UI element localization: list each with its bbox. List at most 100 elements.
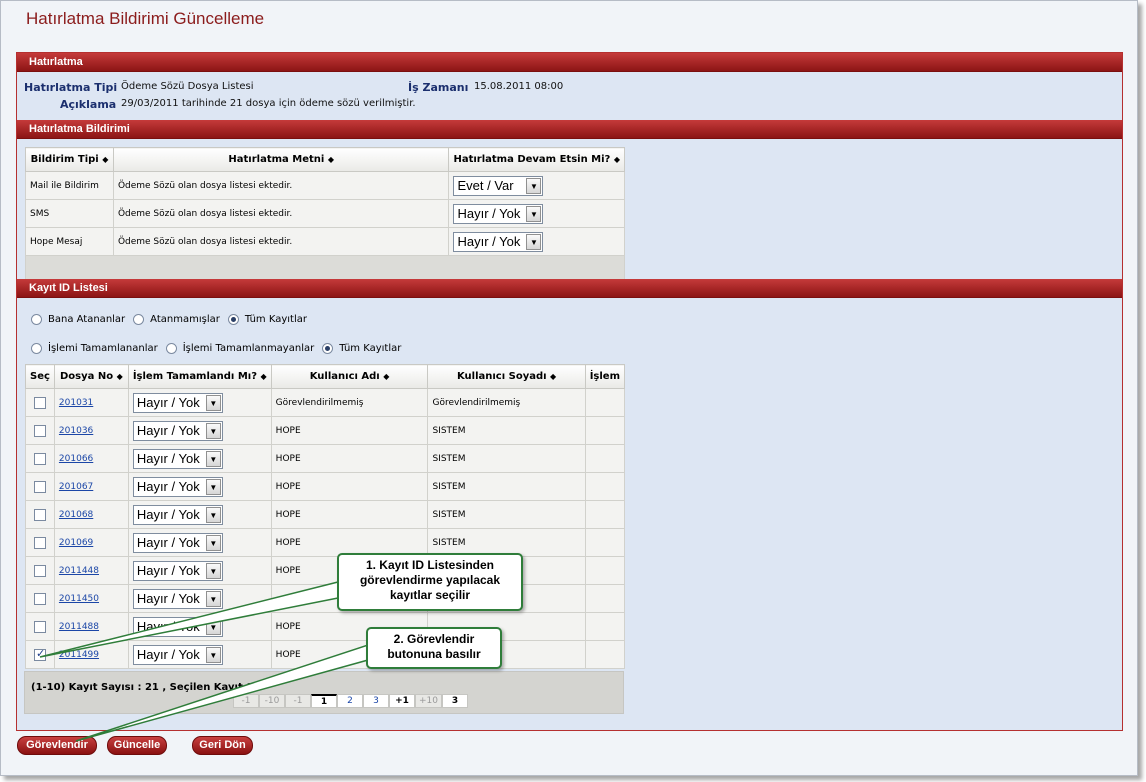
islem-tamam-select[interactable]: Hayır / Yok ▼ [132,392,223,413]
col-sec: Seç [25,364,55,389]
islem-cell [584,584,626,613]
dosya-no-link[interactable]: 2011488 [59,622,99,632]
pager-plus-1[interactable]: +1 [389,694,415,708]
kullanici-soyadi: SISTEM [427,500,586,529]
kullanici-adi: HOPE [270,444,429,473]
kullanici-soyadi: SISTEM [427,444,586,473]
kullanici-soyadi: Görevlendirilmemiş [427,388,586,417]
islem-tamam-select[interactable]: Hayır / Yok ▼ [132,588,223,609]
table-row: 201031 Hayır / Yok ▼ Görevlendirilmemiş Göre… [25,388,626,417]
guncelle-button[interactable]: Güncelle [107,736,167,755]
row-select-checkbox[interactable] [33,564,46,577]
dosya-no-link[interactable]: 2011448 [59,566,99,576]
col-islem-tamam[interactable]: İşlem Tamamlandı Mı? ◆ [127,364,272,389]
col-kullanici-soyadi[interactable]: Kullanıcı Soyadı ◆ [427,364,586,389]
table-row: 201069 Hayır / Yok ▼ HOPE SISTEM [25,528,626,557]
table-row: Hope Mesaj Ödeme Sözü olan dosya listesi… [25,227,625,256]
pager-count-text: (1-10) Kayıt Sayısı : 21 , Seçilen Kayıt… [31,682,261,693]
geri-don-button[interactable]: Geri Dön [192,736,253,755]
table-row: 201068 Hayır / Yok ▼ HOPE SISTEM [25,500,626,529]
pager-prev[interactable]: -1 [233,694,259,708]
dosya-no-link[interactable]: 201066 [59,454,93,464]
row-select-checkbox[interactable] [33,536,46,549]
islem-cell [584,612,626,641]
col-hatirlatma-metni[interactable]: Hatırlatma Metni ◆ [112,147,450,172]
pager-minus-1[interactable]: -1 [285,694,311,708]
islem-cell [584,640,626,669]
row-select-checkbox[interactable] [33,647,46,661]
chevron-down-icon: ▼ [526,205,542,222]
islem-cell [584,416,626,445]
table-row: 201036 Hayır / Yok ▼ HOPE SISTEM [25,416,626,445]
table-row: 2011488 Hayır / Yok ▼ HOPE [25,612,626,641]
col-dosya-no[interactable]: Dosya No ◆ [53,364,129,389]
table-row: 2011499Hayır / Yok▼HOPE [25,640,626,669]
table-row: 2011450 Hayır / Yok ▼ [25,584,626,613]
islem-tamam-select[interactable]: Hayır / Yok ▼ [132,420,223,441]
dosya-no-link[interactable]: 201069 [59,538,93,548]
pager-plus-10[interactable]: +10 [415,694,442,708]
devam-select[interactable]: Evet / Var ▼ [453,175,544,196]
row-select-checkbox[interactable] [33,592,46,605]
kullanici-adi: HOPE [270,416,429,445]
row-select-checkbox[interactable] [33,508,46,521]
islem-cell [584,528,626,557]
islem-tamam-select[interactable]: Hayır / Yok ▼ [132,448,223,469]
radio-bana-atananlar[interactable] [31,314,42,325]
col-bildirim-tipi[interactable]: Bildirim Tipi ◆ [25,147,114,172]
row-select-checkbox[interactable] [33,396,46,409]
chevron-down-icon: ▼ [205,590,221,607]
islem-tamam-select[interactable]: Hayır / Yok ▼ [132,644,223,665]
pager-area: (1-10) Kayıt Sayısı : 21 , Seçilen Kayıt… [24,671,624,714]
islem-cell [584,556,626,585]
chevron-down-icon: ▼ [526,177,542,194]
dosya-no-link[interactable]: 201031 [59,398,93,408]
islem-tamam-select[interactable]: Hayır / Yok ▼ [132,504,223,525]
pager-last[interactable]: 3 [442,694,468,708]
chevron-down-icon: ▼ [205,394,221,411]
section-header-hatirlatma: Hatırlatma [17,53,1122,72]
section-header-bildirim: Hatırlatma Bildirimi [17,120,1122,139]
bildirim-tipi: SMS [25,199,114,228]
row-select-checkbox[interactable] [33,480,46,493]
chevron-down-icon: ▼ [205,534,221,551]
dosya-no-link[interactable]: 2011499 [59,650,99,660]
row-select-checkbox[interactable] [33,424,46,437]
radio-islemi-tamamlanmayanlar[interactable] [165,343,177,354]
pager-page-2[interactable]: 2 [337,694,363,708]
hatirlatma-metni: Ödeme Sözü olan dosya listesi ektedir. [112,199,450,228]
pager-minus-10[interactable]: -10 [259,694,285,708]
islem-tamam-select[interactable]: Hayır / Yok ▼ [132,560,223,581]
islem-tamam-select[interactable]: Hayır / Yok ▼ [132,476,223,497]
kullanici-adi: HOPE [270,500,429,529]
radio-tum-kayitlar-1[interactable] [227,314,239,325]
islem-tamam-select[interactable]: Hayır / Yok ▼ [132,616,223,637]
kullanici-adi: HOPE [270,472,429,501]
radio-tum-kayitlar-2[interactable] [322,343,334,354]
callout-1: 1. Kayıt ID Listesinden görevlendirme ya… [337,553,523,611]
kullanici-adi: Görevlendirilmemiş [270,388,429,417]
hatirlatma-tipi-value: Ödeme Sözü Dosya Listesi [121,81,254,92]
chevron-down-icon: ▼ [205,562,221,579]
row-select-checkbox[interactable] [33,452,46,465]
islem-cell [584,500,626,529]
dosya-no-link[interactable]: 201036 [59,426,93,436]
devam-select[interactable]: Hayır / Yok ▼ [453,231,544,252]
col-devam[interactable]: Hatırlatma Devam Etsin Mi? ◆ [448,147,625,172]
radio-atanmamislar[interactable] [133,314,145,325]
dosya-no-link[interactable]: 201068 [59,510,93,520]
dosya-no-link[interactable]: 201067 [59,482,93,492]
pager-page-3[interactable]: 3 [363,694,389,708]
chevron-down-icon: ▼ [205,646,221,663]
dosya-no-link[interactable]: 2011450 [59,594,99,604]
row-select-checkbox[interactable] [33,620,46,633]
col-kullanici-adi[interactable]: Kullanıcı Adı ◆ [270,364,429,389]
pager-page-1[interactable]: 1 [311,694,337,708]
chevron-down-icon: ▼ [526,233,542,250]
devam-select[interactable]: Hayır / Yok ▼ [453,203,544,224]
table-row: SMS Ödeme Sözü olan dosya listesi ektedi… [25,199,625,228]
filter-islem: İşlemi Tamamlananlar İşlemi Tamamlanmaya… [31,343,409,354]
gorevlendir-button[interactable]: Görevlendir [17,736,97,755]
islem-tamam-select[interactable]: Hayır / Yok ▼ [132,532,223,553]
radio-islemi-tamamlananlar[interactable] [31,343,42,354]
